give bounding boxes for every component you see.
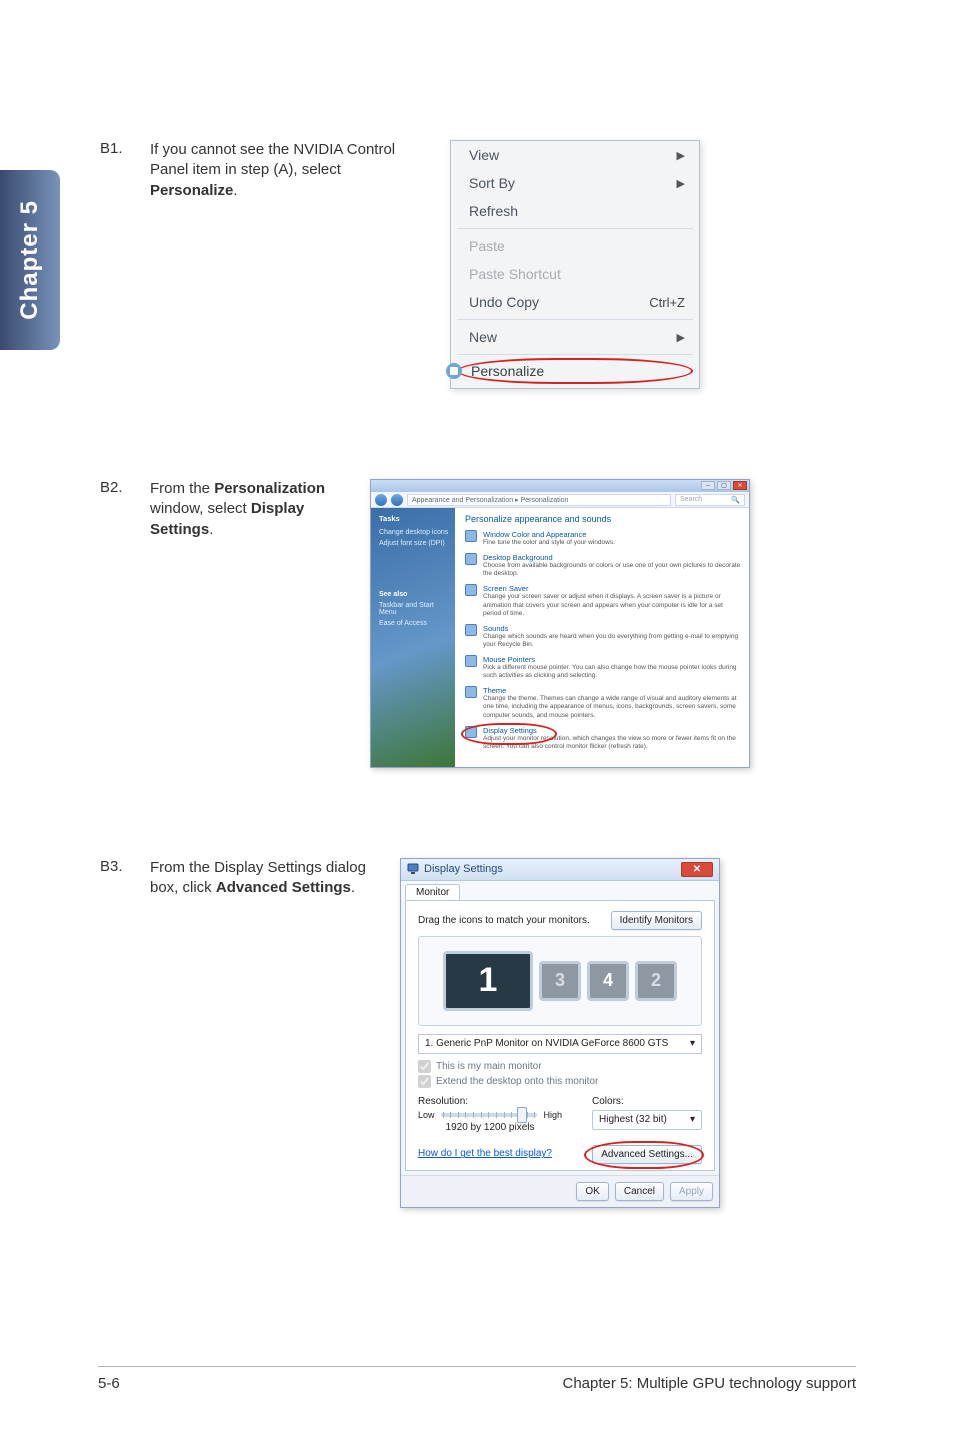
menu-item-view[interactable]: View ▶ [451,141,699,169]
colors-select[interactable]: Highest (32 bit) ▾ [592,1110,702,1130]
link-sounds[interactable]: SoundsChange which sounds are heard when… [465,624,741,649]
tasks-panel: Tasks Change desktop icons Adjust font s… [371,508,455,767]
page-footer: 5-6 Chapter 5: Multiple GPU technology s… [98,1366,856,1392]
search-input[interactable]: Search 🔍 [675,494,745,506]
slider-high-label: High [543,1110,562,1120]
step-number: B3. [100,858,150,875]
link-mouse-pointers[interactable]: Mouse PointersPick a different mouse poi… [465,655,741,680]
menu-item-new[interactable]: New ▶ [451,323,699,351]
dialog-titlebar: Display Settings ✕ [401,859,719,881]
slider-thumb[interactable] [517,1107,527,1123]
checkbox-main-monitor: This is my main monitor [418,1060,702,1073]
window-color-icon [465,530,477,542]
step-b3: B3. From the Display Settings dialog box… [100,858,856,1208]
step-b1: B1. If you cannot see the NVIDIA Control… [100,140,856,389]
ok-button[interactable]: OK [576,1182,608,1201]
slider-low-label: Low [418,1110,435,1120]
see-also-heading: See also [379,591,449,598]
identify-monitors-button[interactable]: Identify Monitors [611,911,702,930]
step-number: B2. [100,479,150,496]
colors-label: Colors: [592,1096,702,1107]
close-button[interactable]: ✕ [681,862,713,877]
chapter-tab: Chapter 5 [0,170,60,350]
link-desktop-background[interactable]: Desktop BackgroundChoose from available … [465,553,741,578]
desktop-context-menu: View ▶ Sort By ▶ Refresh Paste Paste Sho… [450,140,700,389]
link-ease-of-access[interactable]: Ease of Access [379,620,449,627]
display-settings-dialog: Display Settings ✕ Monitor Drag the icon… [400,858,720,1208]
dialog-panel: Drag the icons to match your monitors. I… [405,900,715,1171]
breadcrumb[interactable]: Appearance and Personalization ▸ Persona… [407,494,671,506]
apply-button: Apply [670,1182,713,1201]
back-button[interactable] [375,494,387,506]
help-link[interactable]: How do I get the best display? [418,1148,552,1159]
maximize-button[interactable]: ▢ [717,481,731,490]
highlight-ring [584,1141,704,1169]
window-titlebar: – ▢ ✕ [371,480,749,492]
link-screen-saver[interactable]: Screen SaverChange your screen saver or … [465,584,741,617]
sounds-icon [465,624,477,636]
monitor-icon [407,863,419,875]
chevron-right-icon: ▶ [677,149,685,162]
tab-monitor[interactable]: Monitor [405,884,460,900]
menu-item-paste-shortcut: Paste Shortcut [451,260,699,288]
monitor-4[interactable]: 4 [587,961,629,1001]
minimize-button[interactable]: – [701,481,715,490]
menu-item-personalize[interactable]: Personalize [457,358,693,384]
theme-icon [465,686,477,698]
search-icon: 🔍 [731,496,740,504]
dialog-button-row: OK Cancel Apply [401,1175,719,1207]
highlight-ring [461,723,557,745]
monitor-select[interactable]: 1. Generic PnP Monitor on NVIDIA GeForce… [418,1034,702,1054]
step-text: If you cannot see the NVIDIA Control Pan… [150,140,450,201]
monitor-2[interactable]: 2 [635,961,677,1001]
chapter-tab-label: Chapter 5 [16,200,44,320]
mouse-pointers-icon [465,655,477,667]
personalize-main: Personalize appearance and sounds Window… [455,508,749,767]
monitor-1[interactable]: 1 [443,951,533,1011]
link-display-settings[interactable]: Display SettingsAdjust your monitor reso… [465,726,741,751]
close-button[interactable]: ✕ [733,481,747,490]
chapter-title: Chapter 5: Multiple GPU technology suppo… [563,1375,857,1392]
link-adjust-font-size[interactable]: Adjust font size (DPI) [379,540,449,547]
monitor-arrangement-area[interactable]: 1 3 4 2 [418,936,702,1026]
link-taskbar-start[interactable]: Taskbar and Start Menu [379,602,449,616]
cancel-button[interactable]: Cancel [615,1182,664,1201]
checkbox-extend-desktop: Extend the desktop onto this monitor [418,1075,702,1088]
separator [457,319,693,320]
personalization-window: – ▢ ✕ Appearance and Personalization ▸ P… [370,479,750,768]
separator [457,354,693,355]
menu-item-paste: Paste [451,232,699,260]
menu-item-refresh[interactable]: Refresh [451,197,699,225]
step-b2: B2. From the Personalization window, sel… [100,479,856,768]
page-number: 5-6 [98,1375,120,1392]
forward-button[interactable] [391,494,403,506]
menu-item-undo-copy[interactable]: Undo Copy Ctrl+Z [451,288,699,316]
resolution-label: Resolution: [418,1096,562,1107]
tab-row: Monitor [401,881,719,900]
separator [457,228,693,229]
chevron-down-icon: ▾ [690,1038,695,1049]
link-theme[interactable]: ThemeChange the theme. Themes can change… [465,686,741,719]
resolution-value: 1920 by 1200 pixels [418,1122,562,1133]
resolution-slider[interactable]: Low High [418,1110,562,1120]
chevron-right-icon: ▶ [677,177,685,190]
address-bar: Appearance and Personalization ▸ Persona… [371,492,749,508]
dialog-title: Display Settings [424,863,676,875]
desktop-background-icon [465,553,477,565]
drag-instruction: Drag the icons to match your monitors. [418,915,590,926]
tasks-heading: Tasks [379,514,449,523]
shortcut-text: Ctrl+Z [649,295,685,310]
link-window-color[interactable]: Window Color and AppearanceFine tune the… [465,530,741,547]
main-title: Personalize appearance and sounds [465,514,741,524]
screen-saver-icon [465,584,477,596]
link-change-desktop-icons[interactable]: Change desktop icons [379,529,449,536]
step-text: From the Display Settings dialog box, cl… [150,858,400,899]
step-number: B1. [100,140,150,157]
chevron-right-icon: ▶ [677,331,685,344]
step-text: From the Personalization window, select … [150,479,370,540]
menu-item-sort-by[interactable]: Sort By ▶ [451,169,699,197]
personalize-icon [445,362,463,380]
chevron-down-icon: ▾ [690,1114,695,1125]
monitor-3[interactable]: 3 [539,961,581,1001]
